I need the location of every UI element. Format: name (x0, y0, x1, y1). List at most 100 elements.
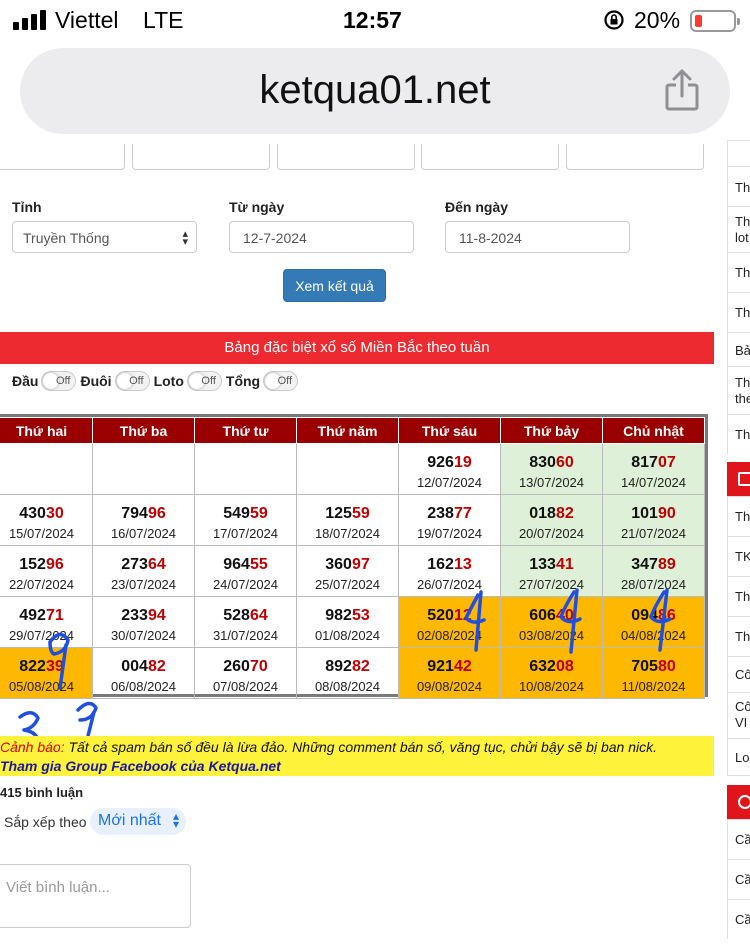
cut-off-input[interactable] (0, 144, 125, 170)
sidebar-item[interactable]: Th (727, 616, 750, 656)
number-tail: 13 (453, 556, 472, 573)
draw-date: 22/07/2024 (8, 577, 75, 592)
col-header: Chủ nhật (602, 417, 705, 444)
draw-date: 19/07/2024 (416, 526, 483, 541)
draw-date: 13/07/2024 (518, 475, 585, 490)
cut-off-input[interactable] (566, 144, 704, 170)
special-prize-number: 96455 (223, 556, 268, 573)
from-date-value: 12-7-2024 (243, 230, 307, 246)
draw-date: 21/07/2024 (620, 526, 687, 541)
url-text: ketqua01.net (259, 68, 491, 112)
address-bar[interactable]: ketqua01.net (20, 48, 730, 134)
sort-select[interactable]: Mới nhất ▴ ▾ (90, 808, 186, 835)
number-tail: 64 (249, 607, 268, 624)
result-cell: 16213 26/07/2024 (398, 545, 501, 597)
facebook-group-link[interactable]: Tham gia Group Facebook của Ketqua.net (0, 757, 714, 776)
number-tail: 53 (351, 607, 370, 624)
toggle-tong[interactable]: Off (263, 371, 299, 391)
result-cell: 26070 07/08/2024 (194, 647, 297, 699)
cut-off-input[interactable] (132, 144, 270, 170)
comment-count: 415 bình luận (0, 785, 84, 800)
cut-off-input[interactable] (277, 144, 415, 170)
sidebar-item[interactable]: Th lot (727, 206, 750, 252)
sidebar-item[interactable]: TK (727, 536, 750, 576)
results-table: Thứ hai Thứ ba Thứ tư Thứ năm Thứ sáu Th… (0, 417, 705, 699)
special-prize-number: 49271 (19, 607, 64, 624)
sidebar-item[interactable]: Bả (727, 332, 750, 366)
draw-date: 05/08/2024 (8, 679, 75, 694)
right-sidebar: Th Thlot Th Th Bả Ththe Th Th TK Th Th C… (727, 140, 750, 948)
special-prize-number: 23877 (427, 505, 472, 522)
result-cell: 82239 05/08/2024 (0, 647, 93, 699)
signal-icon (13, 10, 46, 30)
warning-text: Tất cả spam bán số đều là lừa đảo. Những… (64, 739, 657, 755)
draw-date: 31/07/2024 (212, 628, 279, 643)
network-type: LTE (143, 7, 184, 33)
number-tail: 19 (453, 454, 472, 471)
toggle-duoi[interactable]: Off (114, 371, 150, 391)
number-tail: 94 (147, 607, 166, 624)
select-caret-icon: ▴ ▾ (182, 228, 188, 248)
special-prize-number: 92619 (427, 454, 472, 471)
table-row: 82239 05/08/2024 00482 06/08/2024 26070 07/08… (0, 647, 705, 699)
number-tail: 30 (45, 505, 64, 522)
number-tail: 40 (555, 607, 574, 624)
sidebar-item[interactable]: Cầ (727, 899, 750, 939)
number-tail: 89 (657, 556, 676, 573)
special-prize-number: 52012 (427, 607, 472, 624)
special-prize-number: 54959 (223, 505, 268, 522)
special-prize-number: 43030 (19, 505, 64, 522)
view-results-button[interactable]: Xem kết quả (283, 269, 386, 302)
carrier-name: Viettel (55, 7, 119, 33)
sidebar-item[interactable]: Th (727, 292, 750, 332)
share-icon[interactable] (664, 68, 700, 112)
battery-icon (690, 10, 740, 32)
result-cell: 96455 24/07/2024 (194, 545, 297, 597)
special-prize-number: 16213 (427, 556, 472, 573)
sidebar-item[interactable]: Cầ (727, 819, 750, 859)
sidebar-item[interactable]: Lo (727, 738, 750, 776)
draw-date: 27/07/2024 (518, 577, 585, 592)
result-cell: 79496 16/07/2024 (92, 494, 195, 546)
target-icon (738, 795, 750, 809)
comment-input[interactable]: Viết bình luận... (0, 864, 191, 928)
special-prize-number: 12559 (325, 505, 370, 522)
result-cell: 52012 02/08/2024 (398, 596, 501, 648)
sidebar-section-header (727, 785, 750, 819)
sidebar-item[interactable]: Ththe (727, 366, 750, 414)
special-prize-number: 81707 (631, 454, 676, 471)
special-prize-number: 63208 (529, 658, 574, 675)
toggle-label-duoi: Đuôi (80, 373, 112, 389)
sidebar-item[interactable]: Cô (727, 656, 750, 692)
draw-date: 07/08/2024 (212, 679, 279, 694)
toggle-dau[interactable]: Off (41, 371, 77, 391)
to-date-input[interactable]: 11-8-2024 (445, 221, 630, 253)
col-header: Thứ hai (0, 417, 93, 444)
number-tail: 77 (453, 505, 472, 522)
sidebar-item[interactable]: Th (727, 414, 750, 454)
toggle-loto[interactable]: Off (186, 371, 222, 391)
sidebar-item[interactable]: Th (727, 576, 750, 616)
result-cell (194, 443, 297, 495)
province-value: Truyền Thống (23, 230, 110, 246)
result-cell: 12559 18/07/2024 (296, 494, 399, 546)
sidebar-item[interactable]: Th (727, 496, 750, 536)
result-cell: 63208 10/08/2024 (500, 647, 603, 699)
sidebar-item[interactable]: Th (727, 166, 750, 206)
province-select[interactable]: Truyền Thống ▴ ▾ (12, 221, 197, 253)
sidebar-item[interactable]: Th (727, 252, 750, 292)
number-tail: 07 (657, 454, 676, 471)
from-date-input[interactable]: 12-7-2024 (229, 221, 414, 253)
special-prize-number: 13341 (529, 556, 574, 573)
special-prize-number: 00482 (121, 658, 166, 675)
sidebar-item[interactable]: Cô VI (727, 692, 750, 738)
sidebar-item[interactable] (727, 140, 750, 166)
results-table-frame: Thứ hai Thứ ba Thứ tư Thứ năm Thứ sáu Th… (0, 414, 708, 699)
select-caret-icon: ▴ ▾ (172, 809, 179, 831)
sidebar-item[interactable]: Cầ (727, 859, 750, 899)
number-tail: 59 (351, 505, 370, 522)
result-cell: 15296 22/07/2024 (0, 545, 93, 597)
cut-off-input[interactable] (421, 144, 559, 170)
number-tail: 96 (45, 556, 64, 573)
number-tail: 59 (249, 505, 268, 522)
